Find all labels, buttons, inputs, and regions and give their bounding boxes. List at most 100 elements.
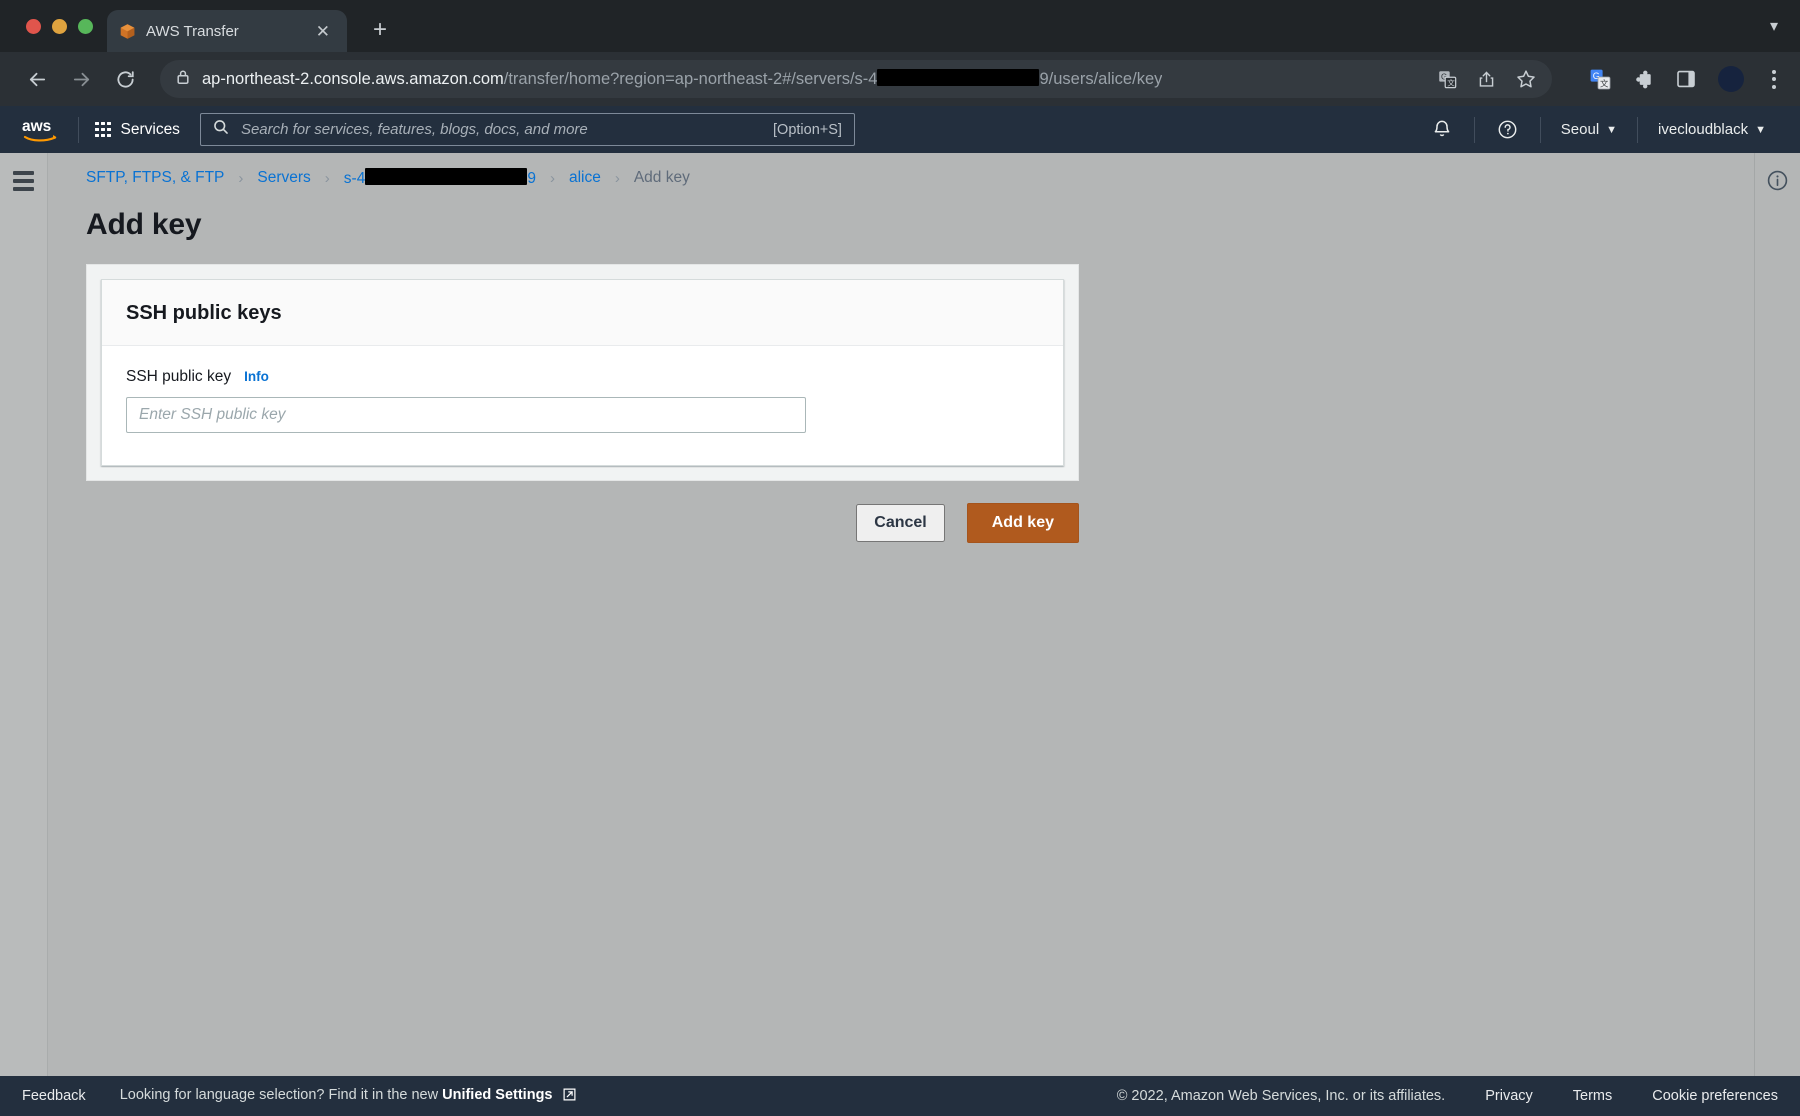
privacy-link[interactable]: Privacy	[1485, 1088, 1533, 1104]
chevron-down-icon: ▼	[1755, 124, 1766, 136]
breadcrumb-separator: ›	[550, 170, 555, 187]
aws-search-input[interactable]: Search for services, features, blogs, do…	[200, 113, 855, 146]
main-content: SFTP, FTPS, & FTP › Servers › s-4 9 › ali…	[48, 153, 1754, 1076]
account-menu[interactable]: ivecloudblack ▼	[1638, 121, 1786, 138]
url-path-1: /transfer/home?region=ap-northeast-2#/se…	[504, 70, 878, 88]
url-redacted-segment	[877, 69, 1039, 86]
info-link[interactable]: Info	[244, 369, 269, 384]
unified-settings-link[interactable]: Unified Settings	[442, 1087, 552, 1103]
forward-icon[interactable]	[62, 60, 100, 98]
grid-icon	[95, 122, 111, 138]
region-selector[interactable]: Seoul ▼	[1541, 121, 1637, 138]
breadcrumb-separator: ›	[238, 170, 243, 187]
feedback-link[interactable]: Feedback	[22, 1088, 86, 1104]
form-container: SSH public keys SSH public key Info Ente…	[86, 264, 1079, 481]
aws-search-shortcut: [Option+S]	[773, 122, 842, 138]
aws-footer: Feedback Looking for language selection?…	[0, 1076, 1800, 1116]
info-circle-icon[interactable]	[1766, 169, 1789, 197]
right-help-rail	[1754, 153, 1800, 1076]
breadcrumb-item-current: Add key	[634, 169, 690, 187]
lock-icon	[176, 69, 190, 90]
svg-text:文: 文	[1600, 78, 1609, 88]
google-translate-extension-icon[interactable]: G 文	[1590, 69, 1611, 90]
maximize-window-button[interactable]	[78, 19, 93, 34]
aws-search-placeholder: Search for services, features, blogs, do…	[241, 121, 761, 138]
translate-icon[interactable]: G 文	[1438, 70, 1457, 89]
services-label: Services	[121, 121, 180, 139]
help-circle-icon[interactable]	[1475, 119, 1540, 140]
ssh-public-key-placeholder: Enter SSH public key	[139, 406, 285, 424]
close-window-button[interactable]	[26, 19, 41, 34]
server-id-redacted	[365, 168, 527, 185]
add-key-button[interactable]: Add key	[967, 503, 1079, 543]
copyright-text: © 2022, Amazon Web Services, Inc. or its…	[1117, 1088, 1446, 1104]
profile-avatar[interactable]	[1718, 66, 1744, 92]
aws-console-page: aws Services Search for services, featur…	[0, 106, 1800, 1116]
page-title: Add key	[86, 208, 1716, 242]
breadcrumb-separator: ›	[325, 170, 330, 187]
left-navigation-rail	[0, 153, 48, 1076]
share-icon[interactable]	[1477, 70, 1496, 89]
hamburger-menu-icon[interactable]	[13, 171, 34, 191]
chevron-down-icon[interactable]: ▾	[1770, 16, 1800, 36]
services-menu-button[interactable]: Services	[79, 121, 196, 139]
terms-link[interactable]: Terms	[1573, 1088, 1612, 1104]
breadcrumb-item-server-id[interactable]: s-4 9	[344, 168, 536, 188]
address-bar[interactable]: ap-northeast-2.console.aws.amazon.com/tr…	[160, 60, 1552, 98]
aws-top-navigation: aws Services Search for services, featur…	[0, 106, 1800, 153]
url-host: ap-northeast-2.console.aws.amazon.com	[202, 70, 504, 88]
ssh-public-keys-card: SSH public keys SSH public key Info Ente…	[101, 279, 1064, 466]
server-id-suffix: 9	[527, 170, 536, 187]
field-label-row: SSH public key Info	[126, 368, 1039, 386]
breadcrumb-item-alice[interactable]: alice	[569, 169, 601, 187]
svg-text:文: 文	[1447, 77, 1455, 87]
sidepanel-icon[interactable]	[1676, 69, 1696, 89]
bookmark-star-icon[interactable]	[1516, 69, 1536, 89]
extensions-puzzle-icon[interactable]	[1633, 69, 1654, 90]
breadcrumb: SFTP, FTPS, & FTP › Servers › s-4 9 › ali…	[86, 153, 1716, 188]
window-traffic-lights	[18, 0, 107, 52]
address-bar-url: ap-northeast-2.console.aws.amazon.com/tr…	[202, 69, 1162, 89]
card-title: SSH public keys	[126, 302, 1039, 325]
breadcrumb-separator: ›	[615, 170, 620, 187]
browser-tab[interactable]: AWS Transfer ✕	[107, 10, 347, 52]
search-icon	[213, 119, 229, 140]
language-prompt-text: Looking for language selection? Find it …	[120, 1087, 438, 1103]
aws-console-body: SFTP, FTPS, & FTP › Servers › s-4 9 › ali…	[0, 153, 1800, 1076]
breadcrumb-item-servers[interactable]: Servers	[257, 169, 310, 187]
aws-cube-icon	[119, 23, 136, 40]
chevron-down-icon: ▼	[1606, 124, 1617, 136]
reload-icon[interactable]	[106, 60, 144, 98]
external-link-icon	[563, 1088, 576, 1105]
breadcrumb-item-sftp[interactable]: SFTP, FTPS, & FTP	[86, 169, 224, 187]
aws-logo-icon[interactable]: aws	[14, 116, 78, 144]
back-icon[interactable]	[18, 60, 56, 98]
aws-nav-right-group: Seoul ▼ ivecloudblack ▼	[1410, 117, 1786, 143]
ssh-public-key-label: SSH public key	[126, 368, 231, 386]
language-settings-notice: Looking for language selection? Find it …	[120, 1087, 576, 1105]
cancel-button[interactable]: Cancel	[856, 504, 944, 542]
svg-text:aws: aws	[22, 118, 51, 135]
close-icon[interactable]: ✕	[311, 21, 335, 42]
ssh-public-key-input[interactable]: Enter SSH public key	[126, 397, 806, 433]
form-actions: Cancel Add key	[86, 503, 1079, 543]
url-path-2: 9/users/alice/key	[1039, 70, 1162, 88]
server-id-prefix: s-4	[344, 170, 366, 187]
omnibox-icons: G 文	[1424, 69, 1536, 89]
browser-menu-icon[interactable]	[1766, 66, 1782, 93]
browser-tab-title: AWS Transfer	[146, 23, 301, 40]
browser-toolbar: ap-northeast-2.console.aws.amazon.com/tr…	[0, 52, 1800, 106]
card-body: SSH public key Info Enter SSH public key	[102, 346, 1063, 465]
cookie-preferences-link[interactable]: Cookie preferences	[1652, 1088, 1778, 1104]
card-header: SSH public keys	[102, 280, 1063, 346]
footer-right-group: © 2022, Amazon Web Services, Inc. or its…	[1117, 1088, 1778, 1104]
notifications-bell-icon[interactable]	[1410, 119, 1474, 140]
region-label: Seoul	[1561, 121, 1599, 138]
browser-tabstrip: AWS Transfer ✕ + ▾	[0, 0, 1800, 52]
browser-extension-icons: G 文	[1568, 66, 1782, 93]
account-label: ivecloudblack	[1658, 121, 1748, 138]
minimize-window-button[interactable]	[52, 19, 67, 34]
browser-window: AWS Transfer ✕ + ▾	[0, 0, 1800, 1116]
new-tab-button[interactable]: +	[365, 16, 395, 44]
footer-left-group: Feedback Looking for language selection?…	[22, 1087, 576, 1105]
